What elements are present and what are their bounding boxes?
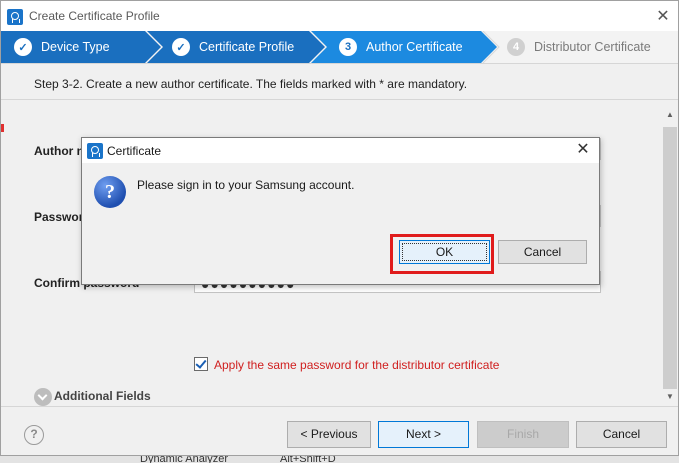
window-close-button[interactable]: ✕ [651,7,675,27]
step-author-certificate: 3 Author Certificate [339,31,463,63]
step-label: Distributor Certificate [534,40,651,54]
background-menu-text: Dynamic Analyzer [140,455,229,463]
wizard-step-bar: ✓ Device Type ✓ Certificate Profile 3 Au… [1,31,678,63]
step-number-3-icon: 3 [339,38,357,56]
background-shortcut-text: Alt+Shift+D [280,455,336,463]
expand-chevron-icon[interactable] [34,388,52,406]
next-button[interactable]: Next > [378,421,469,448]
question-icon: ? [94,176,126,208]
step-certificate-profile: ✓ Certificate Profile [172,31,294,63]
certificate-app-icon [7,9,23,25]
dialog-titlebar: Certificate ✕ [82,138,599,163]
finish-button[interactable]: Finish [477,421,569,448]
screen: Dynamic Analyzer Alt+Shift+D Create Cert… [0,0,679,463]
certificate-dialog: Certificate ✕ ? Please sign in to your S… [81,137,600,285]
previous-button[interactable]: < Previous [287,421,371,448]
dialog-title: Certificate [107,144,162,158]
apply-same-password-label[interactable]: Apply the same password for the distribu… [214,358,499,372]
background-app-fragment: Dynamic Analyzer Alt+Shift+D [0,455,679,463]
scroll-up-arrow-icon[interactable]: ▲ [663,108,677,122]
step-label: Device Type [41,40,110,54]
mandatory-marker [1,124,4,132]
check-icon: ✓ [14,38,32,56]
scroll-down-arrow-icon[interactable]: ▼ [663,390,677,404]
dialog-message: Please sign in to your Samsung account. [137,178,355,192]
step-number-4-icon: 4 [507,38,525,56]
apply-same-password-checkbox[interactable] [194,357,208,371]
step-instruction: Step 3-2. Create a new author certificat… [34,77,468,91]
step-distributor-certificate: 4 Distributor Certificate [507,31,651,63]
ok-button-highlight [390,234,494,274]
certificate-app-icon [87,143,103,159]
check-icon: ✓ [172,38,190,56]
step-label: Certificate Profile [199,40,295,54]
step-device-type: ✓ Device Type [14,31,110,63]
dialog-close-button[interactable]: ✕ [572,140,594,160]
dialog-cancel-button[interactable]: Cancel [498,240,587,264]
window-title: Create Certificate Profile [29,9,160,23]
step-label: Author Certificate [366,40,463,54]
step-bar-divider [1,63,678,64]
additional-fields-toggle[interactable]: Additional Fields [54,389,151,403]
cancel-button[interactable]: Cancel [576,421,667,448]
password-label: Passwor [34,210,84,224]
window-titlebar: Create Certificate Profile ✕ [1,1,678,31]
author-name-label: Author n [34,144,84,158]
help-icon[interactable]: ? [24,425,44,445]
button-bar-divider [1,406,678,407]
scrollbar-thumb[interactable] [663,127,677,389]
